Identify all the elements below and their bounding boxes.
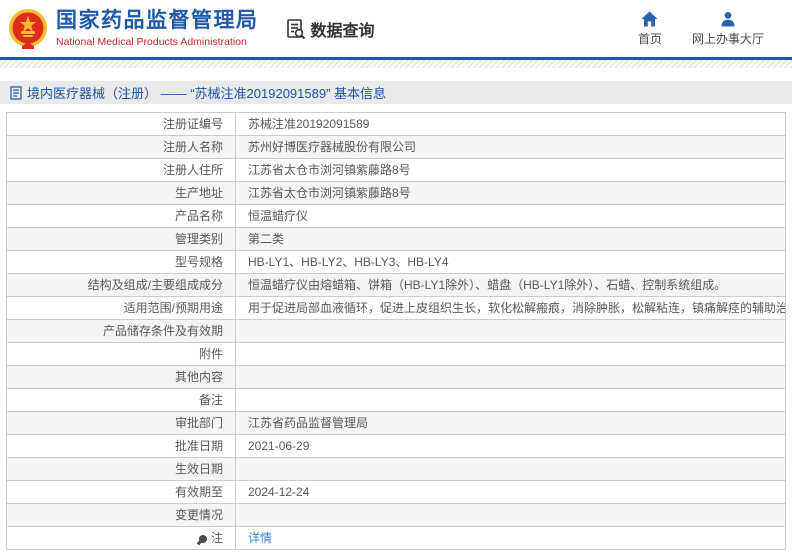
user-icon — [721, 11, 735, 26]
nav-item-service-hall[interactable]: 网上办事大厅 — [692, 11, 764, 47]
row-value — [235, 319, 786, 343]
table-row: 有效期至 2024-12-24 — [6, 480, 786, 504]
row-value: 江苏省药品监督管理局 — [235, 411, 786, 435]
table-row: 产品储存条件及有效期 — [6, 319, 786, 343]
site-title: 国家药品监督管理局 — [56, 9, 259, 33]
row-label: 产品名称 — [6, 204, 236, 228]
table-row: 生产地址 江苏省太仓市浏河镇紫藤路8号 — [6, 181, 786, 205]
row-value: HB-LY1、HB-LY2、HB-LY3、HB-LY4 — [235, 250, 786, 274]
brand-text: 国家药品监督管理局 National Medical Products Admi… — [56, 9, 259, 47]
row-value — [235, 365, 786, 389]
table-row: 产品名称 恒温蜡疗仪 — [6, 204, 786, 228]
table-row: 适用范围/预期用途 用于促进局部血液循环，促进上皮组织生长，软化松解瘢痕，消除肿胀… — [6, 296, 786, 320]
row-label: 结构及组成/主要组成成分 — [6, 273, 236, 297]
row-label: 其他内容 — [6, 365, 236, 389]
site-subtitle: National Medical Products Administration — [56, 35, 247, 48]
row-value: 江苏省太仓市浏河镇紫藤路8号 — [235, 181, 786, 205]
row-label: 注册证编号 — [6, 112, 236, 136]
nav-home-label: 首页 — [637, 31, 662, 46]
row-value — [235, 342, 786, 366]
row-value: 苏州好博医疗器械股份有限公司 — [235, 135, 786, 159]
page-doc-icon — [10, 85, 22, 100]
table-row: 结构及组成/主要组成成分 恒温蜡疗仪由熔蜡箱、饼箱（HB-LY1除外）、蜡盘（HB… — [6, 273, 786, 297]
page-title: 境内医疗器械（注册） —— “苏械注准20192091589” 基本信息 — [27, 86, 387, 101]
row-label: 批准日期 — [6, 434, 236, 458]
details-link[interactable]: 详情 — [248, 531, 272, 545]
page-title-bar: 境内医疗器械（注册） —— “苏械注准20192091589” 基本信息 — [0, 81, 792, 104]
table-row: 注 详情 — [6, 526, 786, 550]
row-label: 备注 — [6, 388, 236, 412]
document-search-icon — [286, 18, 305, 39]
home-icon — [641, 11, 658, 26]
row-label-note: 注 — [6, 526, 236, 550]
note-label: 注 — [210, 531, 223, 545]
table-row: 附件 — [6, 342, 786, 366]
table-row: 注册人住所 江苏省太仓市浏河镇紫藤路8号 — [6, 158, 786, 182]
row-label: 产品储存条件及有效期 — [6, 319, 236, 343]
header-nav: 首页 网上办事大厅 — [638, 11, 778, 47]
hatch-band — [0, 60, 792, 68]
national-emblem-icon — [9, 8, 47, 49]
table-row: 注册证编号 苏械注准20192091589 — [6, 112, 786, 136]
row-value: 第二类 — [235, 227, 786, 251]
row-label: 注册人住所 — [6, 158, 236, 182]
row-value: 恒温蜡疗仪 — [235, 204, 786, 228]
row-label: 适用范围/预期用途 — [6, 296, 236, 320]
table-row: 审批部门 江苏省药品监督管理局 — [6, 411, 786, 435]
table-row: 型号规格 HB-LY1、HB-LY2、HB-LY3、HB-LY4 — [6, 250, 786, 274]
table-row: 生效日期 — [6, 457, 786, 481]
row-value — [235, 457, 786, 481]
table-row: 批准日期 2021-06-29 — [6, 434, 786, 458]
registration-info-table: 注册证编号 苏械注准20192091589 注册人名称 苏州好博医疗器械股份有限公司… — [6, 112, 786, 550]
row-label: 附件 — [6, 342, 236, 366]
data-query-button[interactable]: 数据查询 — [285, 17, 375, 41]
table-row: 其他内容 — [6, 365, 786, 389]
row-label: 注册人名称 — [6, 135, 236, 159]
row-value: 2021-06-29 — [235, 434, 786, 458]
row-value — [235, 388, 786, 412]
nav-service-hall-label: 网上办事大厅 — [691, 31, 764, 46]
row-label: 变更情况 — [6, 503, 236, 527]
row-label: 管理类别 — [6, 227, 236, 251]
row-label: 审批部门 — [6, 411, 236, 435]
row-value: 2024-12-24 — [235, 480, 786, 504]
table-row: 变更情况 — [6, 503, 786, 527]
row-value: 用于促进局部血液循环，促进上皮组织生长，软化松解瘢痕，消除肿胀，松解粘连，镇痛解… — [235, 296, 786, 320]
data-query-label: 数据查询 — [310, 22, 375, 40]
row-value: 恒温蜡疗仪由熔蜡箱、饼箱（HB-LY1除外）、蜡盘（HB-LY1除外）、石蜡、控… — [235, 273, 786, 297]
site-header: 国家药品监督管理局 National Medical Products Admi… — [0, 0, 792, 57]
row-value — [235, 503, 786, 527]
row-value: 苏械注准20192091589 — [235, 112, 786, 136]
table-row: 备注 — [6, 388, 786, 412]
row-label: 生效日期 — [6, 457, 236, 481]
row-label: 有效期至 — [6, 480, 236, 504]
row-value: 江苏省太仓市浏河镇紫藤路8号 — [235, 158, 786, 182]
row-label: 生产地址 — [6, 181, 236, 205]
table-row: 注册人名称 苏州好博医疗器械股份有限公司 — [6, 135, 786, 159]
table-row: 管理类别 第二类 — [6, 227, 786, 251]
note-icon — [198, 535, 207, 543]
nmpa-logo[interactable]: 国家药品监督管理局 National Medical Products Admi… — [8, 8, 259, 50]
row-label: 型号规格 — [6, 250, 236, 274]
row-value: 详情 — [235, 526, 786, 550]
nav-item-home[interactable]: 首页 — [638, 11, 662, 47]
